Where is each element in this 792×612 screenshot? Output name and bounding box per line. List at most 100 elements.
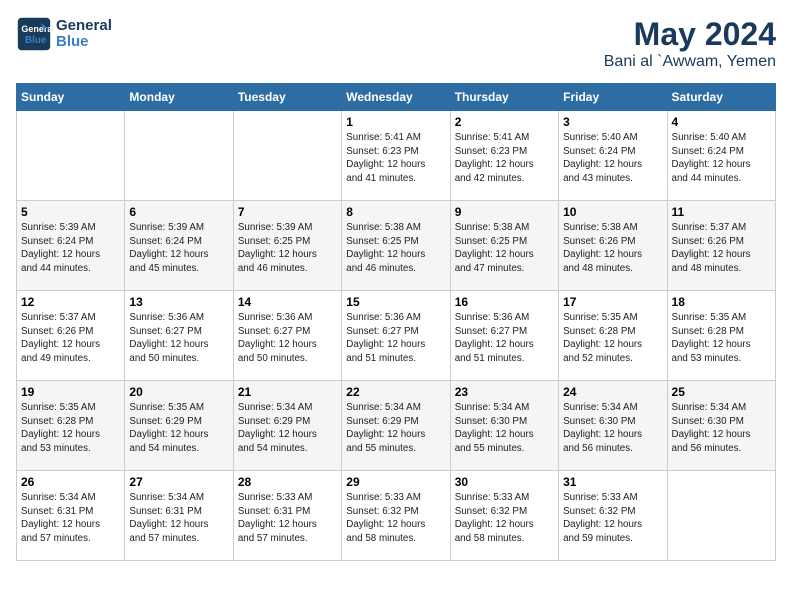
day-info: Sunrise: 5:34 AMSunset: 6:30 PMDaylight:… <box>563 401 662 456</box>
day-info: Sunrise: 5:34 AMSunset: 6:31 PMDaylight:… <box>129 491 228 546</box>
day-number: 20 <box>129 385 228 399</box>
empty-cell <box>17 111 125 201</box>
location-title: Bani al `Awwam, Yemen <box>604 53 776 71</box>
day-cell-16: 16 Sunrise: 5:36 AMSunset: 6:27 PMDayligh… <box>450 291 558 381</box>
day-info: Sunrise: 5:40 AMSunset: 6:24 PMDaylight:… <box>672 131 771 186</box>
day-info: Sunrise: 5:39 AMSunset: 6:24 PMDaylight:… <box>21 221 120 276</box>
day-number: 6 <box>129 205 228 219</box>
day-info: Sunrise: 5:37 AMSunset: 6:26 PMDaylight:… <box>672 221 771 276</box>
day-cell-28: 28 Sunrise: 5:33 AMSunset: 6:31 PMDayligh… <box>233 471 341 561</box>
logo-icon: General Blue <box>16 16 52 52</box>
day-number: 15 <box>346 295 445 309</box>
day-number: 23 <box>455 385 554 399</box>
day-number: 14 <box>238 295 337 309</box>
week-row-3: 12 Sunrise: 5:37 AMSunset: 6:26 PMDayligh… <box>17 291 776 381</box>
day-info: Sunrise: 5:38 AMSunset: 6:26 PMDaylight:… <box>563 221 662 276</box>
empty-cell <box>667 471 775 561</box>
day-info: Sunrise: 5:40 AMSunset: 6:24 PMDaylight:… <box>563 131 662 186</box>
weekday-header-sunday: Sunday <box>17 84 125 111</box>
day-number: 25 <box>672 385 771 399</box>
day-cell-19: 19 Sunrise: 5:35 AMSunset: 6:28 PMDayligh… <box>17 381 125 471</box>
day-cell-30: 30 Sunrise: 5:33 AMSunset: 6:32 PMDayligh… <box>450 471 558 561</box>
title-block: May 2024 Bani al `Awwam, Yemen <box>604 16 776 71</box>
day-cell-5: 5 Sunrise: 5:39 AMSunset: 6:24 PMDaylight… <box>17 201 125 291</box>
logo: General Blue General Blue <box>16 16 112 52</box>
day-number: 18 <box>672 295 771 309</box>
day-cell-25: 25 Sunrise: 5:34 AMSunset: 6:30 PMDayligh… <box>667 381 775 471</box>
weekday-header-tuesday: Tuesday <box>233 84 341 111</box>
day-info: Sunrise: 5:34 AMSunset: 6:31 PMDaylight:… <box>21 491 120 546</box>
svg-text:Blue: Blue <box>25 35 47 46</box>
day-info: Sunrise: 5:35 AMSunset: 6:28 PMDaylight:… <box>21 401 120 456</box>
day-info: Sunrise: 5:36 AMSunset: 6:27 PMDaylight:… <box>238 311 337 366</box>
weekday-header-friday: Friday <box>559 84 667 111</box>
day-number: 17 <box>563 295 662 309</box>
day-cell-6: 6Sunrise: 5:39 AMSunset: 6:24 PMDaylight… <box>125 201 233 291</box>
day-number: 16 <box>455 295 554 309</box>
day-cell-26: 26Sunrise: 5:34 AMSunset: 6:31 PMDayligh… <box>17 471 125 561</box>
day-cell-17: 17Sunrise: 5:35 AMSunset: 6:28 PMDayligh… <box>559 291 667 381</box>
day-number: 30 <box>455 475 554 489</box>
day-info: Sunrise: 5:33 AMSunset: 6:31 PMDaylight:… <box>238 491 337 546</box>
week-row-1: 1 Sunrise: 5:41 AMSunset: 6:23 PMDaylight… <box>17 111 776 201</box>
week-row-5: 26Sunrise: 5:34 AMSunset: 6:31 PMDayligh… <box>17 471 776 561</box>
day-info: Sunrise: 5:34 AMSunset: 6:30 PMDaylight:… <box>672 401 771 456</box>
day-info: Sunrise: 5:35 AMSunset: 6:29 PMDaylight:… <box>129 401 228 456</box>
day-cell-13: 13Sunrise: 5:36 AMSunset: 6:27 PMDayligh… <box>125 291 233 381</box>
calendar-body: 1 Sunrise: 5:41 AMSunset: 6:23 PMDaylight… <box>17 111 776 561</box>
day-info: Sunrise: 5:34 AMSunset: 6:29 PMDaylight:… <box>346 401 445 456</box>
day-cell-20: 20 Sunrise: 5:35 AMSunset: 6:29 PMDayligh… <box>125 381 233 471</box>
weekday-header-thursday: Thursday <box>450 84 558 111</box>
logo-text: General Blue <box>56 18 112 51</box>
day-cell-21: 21Sunrise: 5:34 AMSunset: 6:29 PMDayligh… <box>233 381 341 471</box>
day-number: 22 <box>346 385 445 399</box>
day-info: Sunrise: 5:37 AMSunset: 6:26 PMDaylight:… <box>21 311 120 366</box>
calendar-table: SundayMondayTuesdayWednesdayThursdayFrid… <box>16 83 776 561</box>
day-info: Sunrise: 5:36 AMSunset: 6:27 PMDaylight:… <box>455 311 554 366</box>
week-row-4: 19 Sunrise: 5:35 AMSunset: 6:28 PMDayligh… <box>17 381 776 471</box>
day-info: Sunrise: 5:36 AMSunset: 6:27 PMDaylight:… <box>129 311 228 366</box>
day-cell-9: 9Sunrise: 5:38 AMSunset: 6:25 PMDaylight… <box>450 201 558 291</box>
day-cell-4: 4 Sunrise: 5:40 AMSunset: 6:24 PMDaylight… <box>667 111 775 201</box>
day-info: Sunrise: 5:41 AMSunset: 6:23 PMDaylight:… <box>346 131 445 186</box>
day-cell-8: 8Sunrise: 5:38 AMSunset: 6:25 PMDaylight… <box>342 201 450 291</box>
week-row-2: 5 Sunrise: 5:39 AMSunset: 6:24 PMDaylight… <box>17 201 776 291</box>
day-cell-22: 22 Sunrise: 5:34 AMSunset: 6:29 PMDayligh… <box>342 381 450 471</box>
day-cell-18: 18 Sunrise: 5:35 AMSunset: 6:28 PMDayligh… <box>667 291 775 381</box>
day-cell-11: 11 Sunrise: 5:37 AMSunset: 6:26 PMDayligh… <box>667 201 775 291</box>
day-number: 5 <box>21 205 120 219</box>
day-number: 10 <box>563 205 662 219</box>
day-info: Sunrise: 5:33 AMSunset: 6:32 PMDaylight:… <box>563 491 662 546</box>
day-number: 7 <box>238 205 337 219</box>
day-number: 28 <box>238 475 337 489</box>
day-cell-10: 10 Sunrise: 5:38 AMSunset: 6:26 PMDayligh… <box>559 201 667 291</box>
day-info: Sunrise: 5:35 AMSunset: 6:28 PMDaylight:… <box>672 311 771 366</box>
weekday-header-saturday: Saturday <box>667 84 775 111</box>
weekday-header-wednesday: Wednesday <box>342 84 450 111</box>
day-number: 2 <box>455 115 554 129</box>
day-number: 31 <box>563 475 662 489</box>
day-number: 3 <box>563 115 662 129</box>
day-number: 12 <box>21 295 120 309</box>
day-cell-1: 1 Sunrise: 5:41 AMSunset: 6:23 PMDaylight… <box>342 111 450 201</box>
day-cell-15: 15 Sunrise: 5:36 AMSunset: 6:27 PMDayligh… <box>342 291 450 381</box>
page-header: General Blue General Blue May 2024 Bani … <box>16 16 776 71</box>
day-number: 4 <box>672 115 771 129</box>
day-info: Sunrise: 5:33 AMSunset: 6:32 PMDaylight:… <box>455 491 554 546</box>
svg-text:General: General <box>21 24 52 34</box>
month-title: May 2024 <box>604 16 776 53</box>
day-cell-12: 12 Sunrise: 5:37 AMSunset: 6:26 PMDayligh… <box>17 291 125 381</box>
day-cell-23: 23Sunrise: 5:34 AMSunset: 6:30 PMDayligh… <box>450 381 558 471</box>
day-info: Sunrise: 5:34 AMSunset: 6:29 PMDaylight:… <box>238 401 337 456</box>
day-number: 1 <box>346 115 445 129</box>
day-cell-7: 7Sunrise: 5:39 AMSunset: 6:25 PMDaylight… <box>233 201 341 291</box>
day-cell-2: 2 Sunrise: 5:41 AMSunset: 6:23 PMDaylight… <box>450 111 558 201</box>
day-number: 19 <box>21 385 120 399</box>
day-number: 29 <box>346 475 445 489</box>
day-info: Sunrise: 5:41 AMSunset: 6:23 PMDaylight:… <box>455 131 554 186</box>
day-number: 11 <box>672 205 771 219</box>
day-info: Sunrise: 5:38 AMSunset: 6:25 PMDaylight:… <box>455 221 554 276</box>
day-cell-3: 3 Sunrise: 5:40 AMSunset: 6:24 PMDaylight… <box>559 111 667 201</box>
day-info: Sunrise: 5:36 AMSunset: 6:27 PMDaylight:… <box>346 311 445 366</box>
day-cell-27: 27Sunrise: 5:34 AMSunset: 6:31 PMDayligh… <box>125 471 233 561</box>
